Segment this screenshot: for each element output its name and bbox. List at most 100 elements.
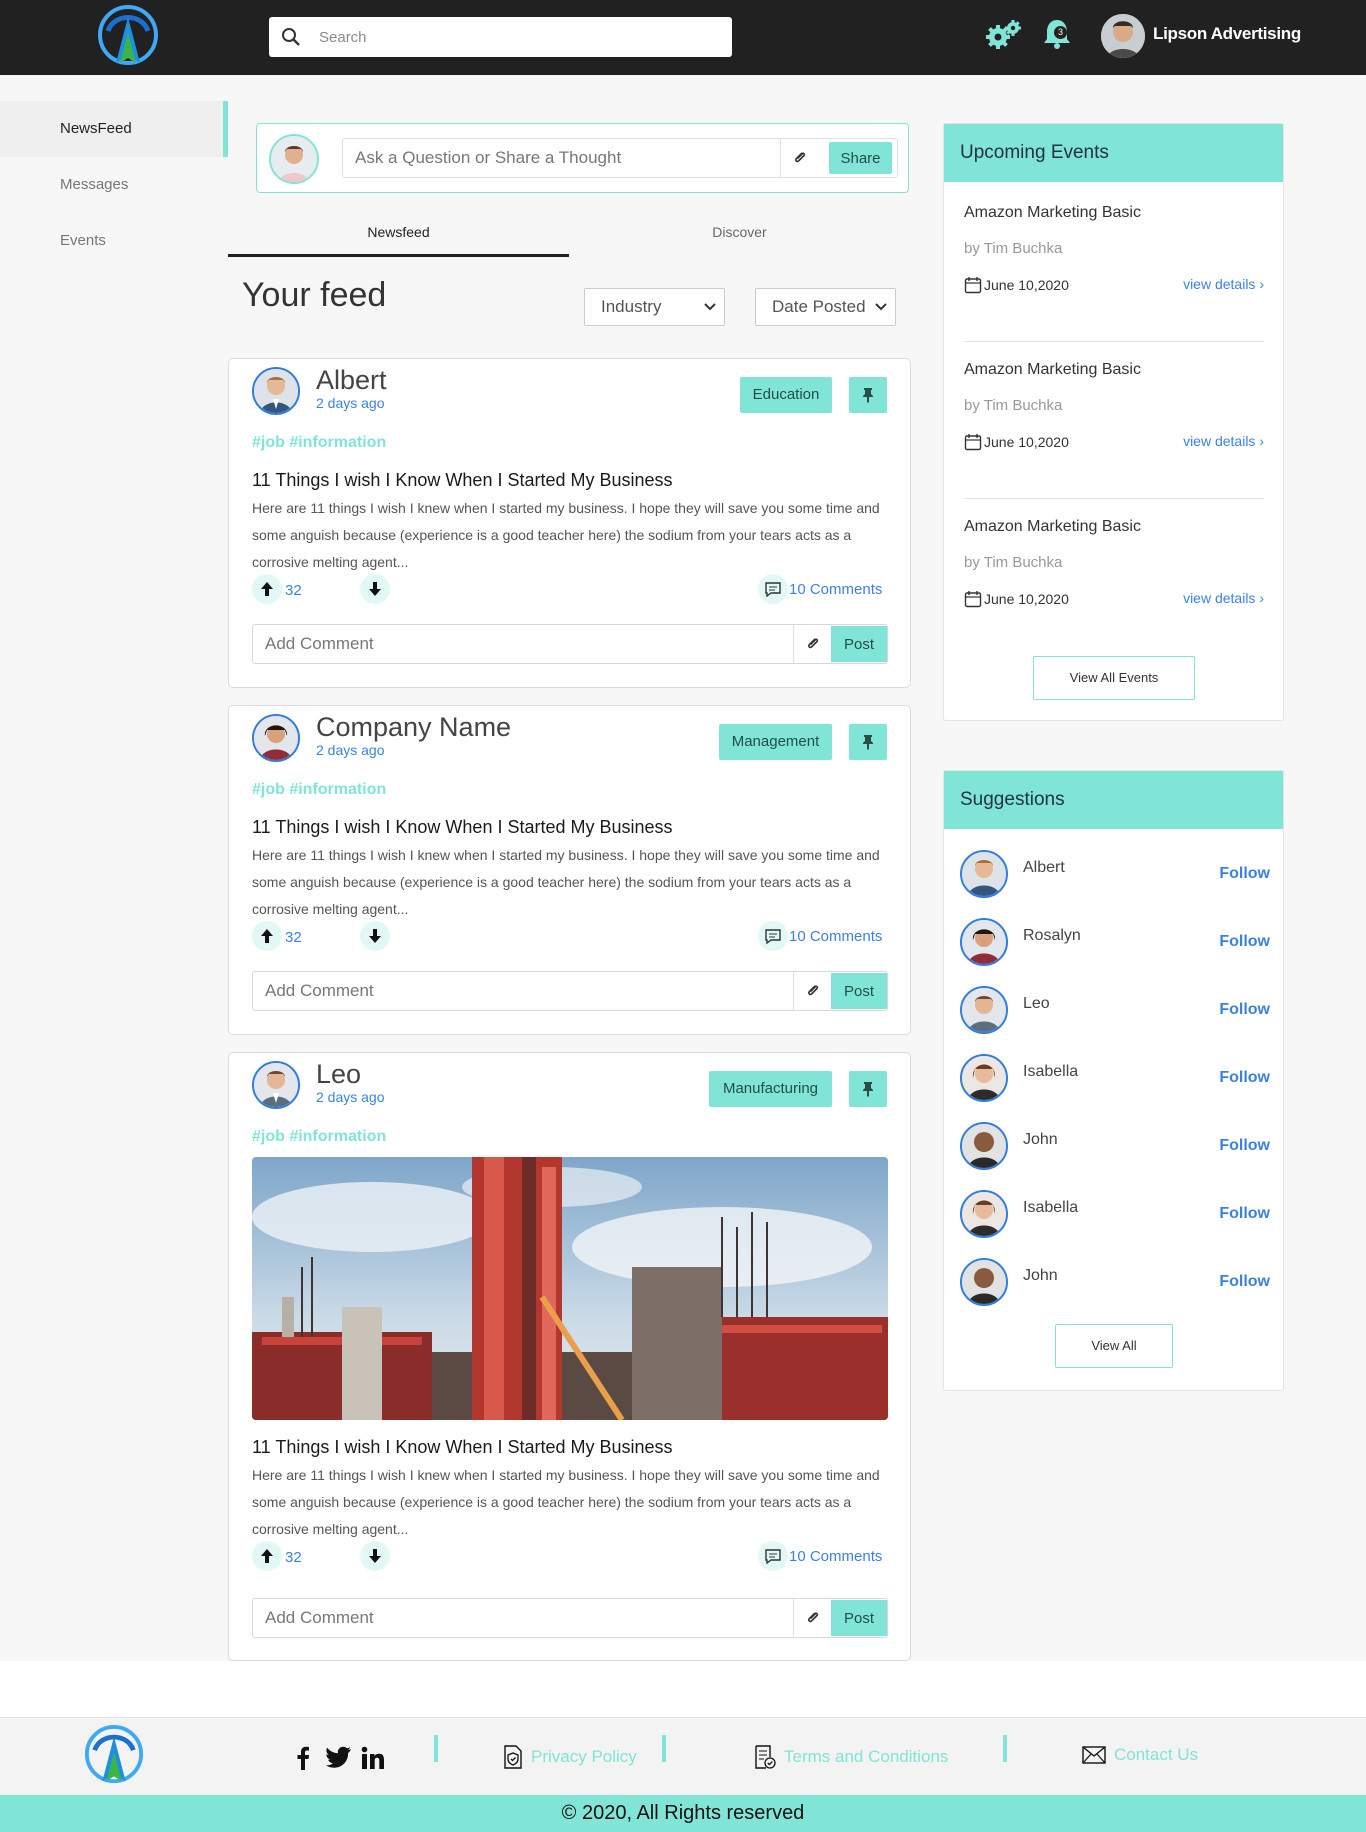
attach-button[interactable] xyxy=(793,1599,831,1637)
downvote-button[interactable] xyxy=(360,574,390,604)
vote-count: 32 xyxy=(285,929,302,946)
upvote-button[interactable] xyxy=(252,1541,282,1571)
pin-button[interactable] xyxy=(849,377,887,413)
post-author[interactable]: Leo xyxy=(316,1059,361,1090)
comments-link[interactable]: 10 Comments xyxy=(789,581,882,598)
privacy-policy-link[interactable]: Privacy Policy xyxy=(503,1745,637,1769)
downvote-button[interactable] xyxy=(360,1541,390,1571)
attach-button[interactable] xyxy=(793,972,831,1010)
composer-input[interactable] xyxy=(355,148,775,168)
contact-us-link[interactable]: Contact Us xyxy=(1082,1745,1198,1765)
follow-button[interactable]: Follow xyxy=(1219,1205,1270,1223)
tab-discover[interactable]: Discover xyxy=(569,215,910,257)
post-comment-button[interactable]: Post xyxy=(831,973,887,1009)
avatar[interactable] xyxy=(960,986,1008,1034)
view-details-link[interactable]: view details › xyxy=(1183,276,1264,292)
post-comment-button[interactable]: Post xyxy=(831,1600,887,1636)
avatar[interactable] xyxy=(252,714,300,762)
category-badge[interactable]: Management xyxy=(719,724,832,760)
follow-button[interactable]: Follow xyxy=(1219,865,1270,883)
notifications-button[interactable]: 3 xyxy=(1042,18,1072,50)
suggestion-name[interactable]: John xyxy=(1023,1267,1058,1285)
suggestion-name[interactable]: Rosalyn xyxy=(1023,927,1081,945)
comments-button[interactable] xyxy=(758,1541,788,1571)
suggestions-panel: Suggestions Albert Follow Rosalyn Follow… xyxy=(943,770,1284,1391)
upvote-button[interactable] xyxy=(252,921,282,951)
avatar[interactable] xyxy=(960,918,1008,966)
follow-button[interactable]: Follow xyxy=(1219,933,1270,951)
event-title[interactable]: Amazon Marketing Basic xyxy=(964,518,1141,536)
avatar[interactable] xyxy=(252,1061,300,1109)
post-comment-button[interactable]: Post xyxy=(831,626,887,662)
comments-link[interactable]: 10 Comments xyxy=(789,928,882,945)
avatar[interactable] xyxy=(960,1258,1008,1306)
industry-select[interactable]: Industry xyxy=(584,288,725,326)
brand-logo-icon[interactable] xyxy=(96,5,160,69)
author-photo-icon xyxy=(254,716,298,760)
terms-link[interactable]: Terms and Conditions xyxy=(754,1745,948,1769)
tab-newsfeed[interactable]: Newsfeed xyxy=(228,215,569,257)
category-badge[interactable]: Manufacturing xyxy=(709,1071,832,1107)
person-photo-icon xyxy=(962,988,1006,1032)
facebook-icon[interactable] xyxy=(296,1746,310,1770)
sidebar-item-events[interactable]: Events xyxy=(0,213,228,269)
sidebar-item-messages[interactable]: Messages xyxy=(0,157,228,213)
post-tags[interactable]: #job #information xyxy=(252,1128,386,1146)
attach-button[interactable] xyxy=(780,139,818,177)
follow-button[interactable]: Follow xyxy=(1219,1137,1270,1155)
settings-gears-icon[interactable] xyxy=(986,19,1022,51)
view-details-link[interactable]: view details › xyxy=(1183,590,1264,606)
comments-link[interactable]: 10 Comments xyxy=(789,1548,882,1565)
search-bar[interactable] xyxy=(269,17,732,57)
comment-input[interactable] xyxy=(265,634,695,654)
user-name[interactable]: Lipson Advertising xyxy=(1153,24,1301,44)
view-all-events-button[interactable]: View All Events xyxy=(1033,656,1195,700)
pin-button[interactable] xyxy=(849,1071,887,1107)
event-title[interactable]: Amazon Marketing Basic xyxy=(964,204,1141,222)
terms-label: Terms and Conditions xyxy=(784,1747,949,1766)
avatar[interactable] xyxy=(960,1054,1008,1102)
upvote-button[interactable] xyxy=(252,574,282,604)
post-author[interactable]: Company Name xyxy=(316,712,511,743)
user-avatar[interactable] xyxy=(1101,14,1145,58)
category-badge[interactable]: Education xyxy=(740,377,832,413)
search-input[interactable] xyxy=(319,28,699,46)
post-image[interactable] xyxy=(252,1157,888,1420)
calendar-icon xyxy=(964,591,982,608)
suggestion-name[interactable]: John xyxy=(1023,1131,1058,1149)
follow-button[interactable]: Follow xyxy=(1219,1273,1270,1291)
pin-button[interactable] xyxy=(849,724,887,760)
post-author[interactable]: Albert xyxy=(316,365,387,396)
event-title[interactable]: Amazon Marketing Basic xyxy=(964,361,1141,379)
post-tags[interactable]: #job #information xyxy=(252,781,386,799)
avatar[interactable] xyxy=(252,367,300,415)
doc-check-icon xyxy=(755,1745,776,1769)
linkedin-icon[interactable] xyxy=(361,1746,385,1770)
attach-button[interactable] xyxy=(793,625,831,663)
follow-button[interactable]: Follow xyxy=(1219,1001,1270,1019)
downvote-button[interactable] xyxy=(360,921,390,951)
post-tags[interactable]: #job #information xyxy=(252,434,386,452)
avatar[interactable] xyxy=(960,1122,1008,1170)
post-title[interactable]: 11 Things I wish I Know When I Started M… xyxy=(252,470,673,491)
sidebar-item-newsfeed[interactable]: NewsFeed xyxy=(0,101,228,157)
share-button[interactable]: Share xyxy=(829,142,892,174)
avatar[interactable] xyxy=(960,1190,1008,1238)
date-posted-select[interactable]: Date Posted xyxy=(755,288,896,326)
suggestion-name[interactable]: Albert xyxy=(1023,859,1065,877)
comment-input[interactable] xyxy=(265,981,695,1001)
brand-logo-icon[interactable] xyxy=(83,1724,145,1788)
comments-button[interactable] xyxy=(758,921,788,951)
suggestion-name[interactable]: Leo xyxy=(1023,995,1050,1013)
avatar[interactable] xyxy=(960,850,1008,898)
suggestion-name[interactable]: Isabella xyxy=(1023,1063,1078,1081)
view-details-link[interactable]: view details › xyxy=(1183,433,1264,449)
comment-input[interactable] xyxy=(265,1608,695,1628)
suggestion-name[interactable]: Isabella xyxy=(1023,1199,1078,1217)
view-all-suggestions-button[interactable]: View All xyxy=(1055,1324,1173,1368)
post-title[interactable]: 11 Things I wish I Know When I Started M… xyxy=(252,1437,673,1458)
post-title[interactable]: 11 Things I wish I Know When I Started M… xyxy=(252,817,673,838)
comments-button[interactable] xyxy=(758,574,788,604)
follow-button[interactable]: Follow xyxy=(1219,1069,1270,1087)
twitter-icon[interactable] xyxy=(326,1746,352,1768)
